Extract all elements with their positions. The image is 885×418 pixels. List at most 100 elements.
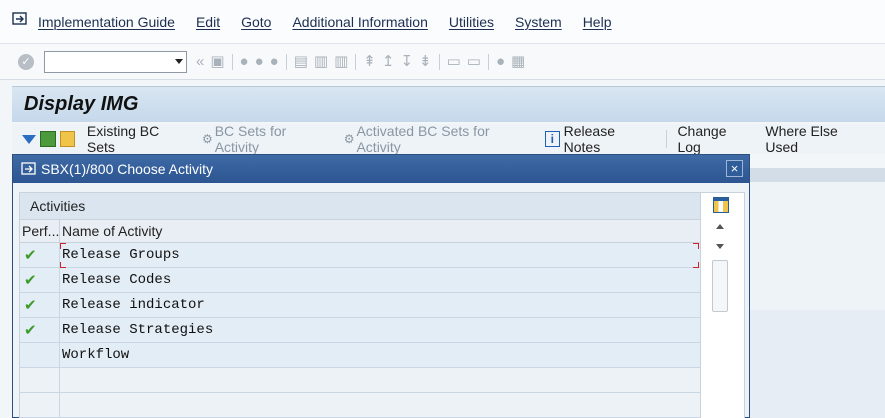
- scroll-thumb[interactable]: [712, 260, 728, 312]
- close-icon[interactable]: ×: [726, 160, 743, 177]
- filter-icon[interactable]: [22, 134, 36, 144]
- page-title: Display IMG: [24, 93, 139, 115]
- menu-additional-information[interactable]: Additional Information: [292, 14, 427, 30]
- back-icon[interactable]: ●: [240, 54, 249, 69]
- toolbar-separator: [487, 53, 489, 70]
- scroll-up-icon[interactable]: [716, 224, 724, 229]
- table-row-empty: [20, 368, 700, 393]
- toolbar-separator: [438, 53, 440, 70]
- activated-bc-sets-button[interactable]: ⚙ Activated BC Sets for Activity: [344, 123, 531, 155]
- selection-marker-top-right: [693, 243, 699, 249]
- double-chevron-left-icon: «: [196, 53, 205, 70]
- shortcut-icon[interactable]: ▭: [467, 54, 481, 69]
- command-field[interactable]: [44, 50, 187, 73]
- checkmark-icon: ✔: [24, 247, 37, 264]
- bc-sets-for-activity-button[interactable]: ⚙ BC Sets for Activity: [202, 123, 330, 155]
- checkmark-icon: ✔: [24, 297, 37, 314]
- enter-icon[interactable]: ✓: [18, 53, 34, 70]
- activities-table: Activities Perf... Name of Activity ✔ Re…: [19, 192, 745, 418]
- performed-cell: ✔: [20, 293, 60, 317]
- performed-cell: ✔: [20, 268, 60, 292]
- where-else-used-label: Where Else Used: [765, 123, 838, 155]
- next-page-icon[interactable]: ↧: [400, 54, 413, 69]
- column-settings-icon[interactable]: [713, 197, 729, 213]
- table-row[interactable]: ✔ Release Groups: [20, 243, 700, 268]
- table-row[interactable]: ✔ Release Strategies: [20, 318, 700, 343]
- dialog-title: SBX(1)/800 Choose Activity: [41, 161, 213, 177]
- print-icon[interactable]: ▤: [294, 54, 308, 69]
- exit-icon[interactable]: ●: [255, 54, 264, 69]
- background-panel-band: [749, 310, 885, 418]
- activated-bc-sets-label: Activated BC Sets for Activity: [356, 123, 490, 155]
- table-row[interactable]: ✔ Release indicator: [20, 293, 700, 318]
- menu-implementation-guide[interactable]: Implementation Guide: [38, 14, 175, 30]
- title-bar: Display IMG: [12, 86, 885, 122]
- selection-marker-bottom-right: [693, 262, 699, 268]
- previous-page-icon[interactable]: ↥: [382, 54, 395, 69]
- toolbar-separator: [666, 130, 668, 148]
- activated-bc-set-icon: ⚙: [343, 132, 355, 146]
- column-header-performed[interactable]: Perf...: [20, 220, 60, 242]
- activity-name-cell[interactable]: Release Codes: [60, 268, 700, 292]
- change-log-button[interactable]: Change Log: [677, 123, 751, 155]
- help-icon[interactable]: ●: [496, 54, 505, 69]
- folder-icon[interactable]: [59, 131, 76, 147]
- table-body: ✔ Release Groups ✔ Release Codes ✔ Relea…: [20, 243, 700, 418]
- where-else-used-button[interactable]: Where Else Used: [765, 123, 871, 155]
- activity-name-cell: [60, 368, 700, 392]
- release-notes-label: Release Notes: [563, 123, 615, 155]
- table-caption-label: Activities: [30, 198, 86, 214]
- toolbar-separator: [231, 53, 233, 70]
- bc-set-icon: ⚙: [201, 132, 213, 146]
- performed-cell: ✔: [20, 318, 60, 342]
- menu-system[interactable]: System: [515, 14, 562, 30]
- choose-activity-dialog: SBX(1)/800 Choose Activity × Activities …: [12, 154, 750, 418]
- scroll-down-icon[interactable]: [716, 244, 724, 249]
- performed-cell: [20, 393, 60, 417]
- layout-menu-icon[interactable]: ▦: [511, 54, 525, 69]
- table-caption: Activities: [20, 193, 744, 220]
- table-row-empty: [20, 393, 700, 418]
- toolbar-separator: [355, 53, 357, 70]
- cancel-icon[interactable]: ●: [270, 54, 279, 69]
- change-log-label: Change Log: [677, 123, 727, 155]
- activity-name-cell[interactable]: Release Strategies: [60, 318, 700, 342]
- table-row[interactable]: ✔ Release Codes: [20, 268, 700, 293]
- activity-name-cell[interactable]: Release Groups: [60, 243, 700, 267]
- find-icon[interactable]: ▥: [314, 54, 328, 69]
- toolbar-separator: [285, 53, 287, 70]
- export-icon[interactable]: [40, 131, 56, 147]
- activity-name-cell[interactable]: Release indicator: [60, 293, 700, 317]
- selection-marker-top-left: [60, 243, 66, 249]
- last-page-icon[interactable]: ⇟: [419, 54, 432, 69]
- release-notes-button[interactable]: i Release Notes: [545, 123, 652, 155]
- existing-bc-sets-label: Existing BC Sets: [86, 123, 160, 155]
- background-panel-header: [749, 168, 885, 182]
- find-next-icon[interactable]: ▥: [334, 54, 348, 69]
- menu-help[interactable]: Help: [583, 14, 612, 30]
- dialog-window-icon: [21, 162, 36, 175]
- existing-bc-sets-button[interactable]: Existing BC Sets: [87, 123, 188, 155]
- column-header-name[interactable]: Name of Activity: [60, 220, 700, 242]
- performed-cell: [20, 343, 60, 367]
- menu-edit[interactable]: Edit: [196, 14, 220, 30]
- column-header-name-label: Name of Activity: [62, 223, 163, 239]
- menu-goto[interactable]: Goto: [241, 14, 271, 30]
- checkmark-icon: ✔: [24, 272, 37, 289]
- info-icon: i: [545, 131, 560, 147]
- first-page-icon[interactable]: ⇞: [363, 54, 376, 69]
- activity-name-cell[interactable]: Workflow: [60, 343, 700, 367]
- vertical-scrollbar[interactable]: [700, 193, 744, 418]
- bc-sets-for-activity-label: BC Sets for Activity: [214, 123, 287, 155]
- table-row[interactable]: Workflow: [20, 343, 700, 368]
- checkmark-icon: ✔: [24, 322, 37, 339]
- new-session-icon[interactable]: ▭: [447, 54, 461, 69]
- column-header-performed-label: Perf...: [22, 223, 60, 239]
- selection-marker-bottom-left: [60, 262, 66, 268]
- performed-cell: [20, 368, 60, 392]
- chevron-down-icon[interactable]: [175, 58, 183, 64]
- menu-bar: Implementation Guide Edit Goto Additiona…: [0, 0, 885, 44]
- menu-utilities[interactable]: Utilities: [449, 14, 494, 30]
- save-icon[interactable]: ▣: [210, 54, 224, 69]
- menu-icon[interactable]: [12, 11, 28, 26]
